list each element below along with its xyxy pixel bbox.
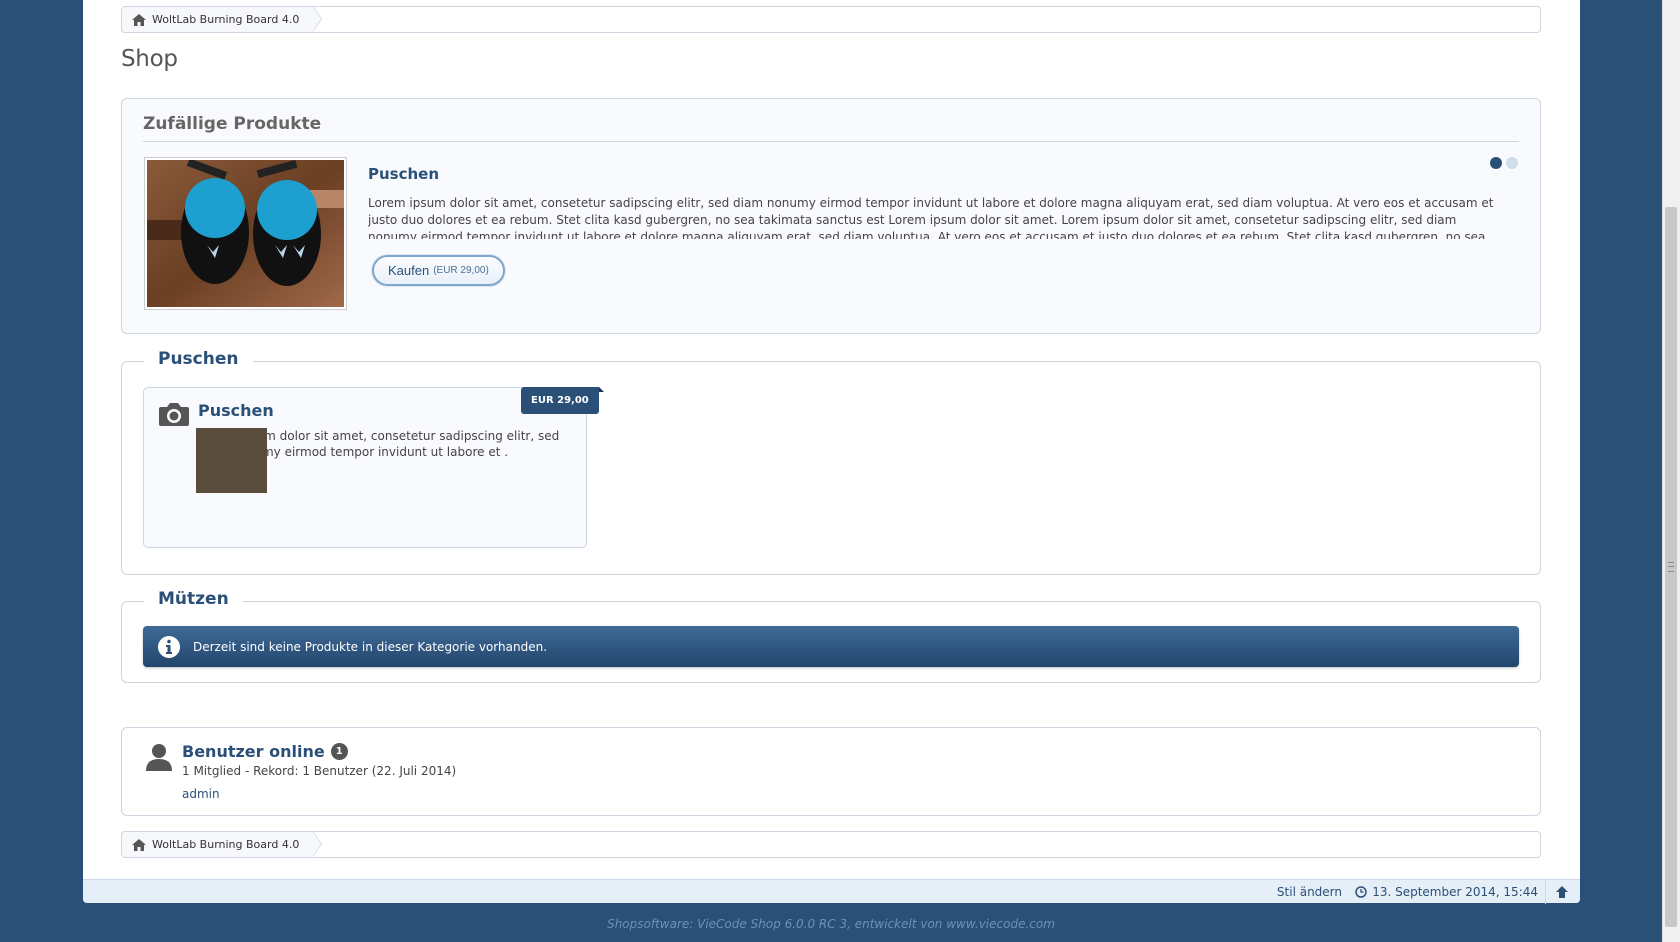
copyright-text[interactable]: Shopsoftware: VieCode Shop 6.0.0 RC 3, e…	[0, 917, 1662, 931]
info-notice-text: Derzeit sind keine Produkte in dieser Ka…	[193, 639, 548, 654]
clock-icon	[1355, 886, 1367, 898]
slider-pagination	[1490, 157, 1518, 169]
product-card-name[interactable]: Puschen	[198, 401, 274, 420]
info-icon	[158, 635, 180, 658]
arrow-up-icon[interactable]	[1555, 885, 1569, 899]
users-online-record: 1 Mitglied - Rekord: 1 Benutzer (22. Jul…	[182, 764, 457, 778]
category-title: Puschen	[144, 349, 253, 369]
info-notice: Derzeit sind keine Produkte in dieser Ka…	[143, 626, 1519, 667]
breadcrumb-home-label: WoltLab Burning Board 4.0	[152, 13, 300, 26]
slider-dot-1[interactable]	[1490, 157, 1502, 169]
scrollbar-grip	[1668, 562, 1674, 572]
online-user-link[interactable]: admin	[182, 787, 220, 801]
footer-bar: Stil ändern 13. September 2014, 15:44	[83, 879, 1580, 904]
change-style-link[interactable]: Stil ändern	[1277, 885, 1342, 899]
breadcrumb-top: WoltLab Burning Board 4.0	[121, 6, 1541, 33]
footer-date: 13. September 2014, 15:44	[1355, 885, 1538, 899]
category-box-muetzen: Mützen Derzeit sind keine Produkte in di…	[121, 589, 1541, 683]
product-thumbnail	[196, 428, 267, 493]
users-online-title[interactable]: Benutzer online 1	[182, 742, 348, 761]
random-product-description: Lorem ipsum dolor sit amet, consetetur s…	[368, 196, 1494, 239]
random-product-image[interactable]	[144, 157, 347, 310]
random-product-name[interactable]: Puschen	[368, 165, 439, 183]
home-icon	[132, 13, 146, 26]
product-photo	[147, 160, 344, 307]
price-badge: EUR 29,00	[521, 387, 604, 414]
footer-divider	[1545, 880, 1546, 904]
breadcrumb-home-link[interactable]: WoltLab Burning Board 4.0	[122, 831, 323, 857]
page-title: Shop	[121, 46, 178, 72]
users-online-count-badge: 1	[330, 743, 348, 760]
breadcrumb-bottom: WoltLab Burning Board 4.0	[121, 831, 1541, 858]
slider-dot-2[interactable]	[1506, 157, 1518, 169]
breadcrumb-home-label: WoltLab Burning Board 4.0	[152, 838, 300, 851]
random-products-box: Zufällige Produkte Puschen Lorem ipsum d…	[121, 98, 1541, 334]
user-icon	[146, 744, 172, 771]
category-box-puschen: Puschen Puschen Lorem ipsum dolor sit am…	[121, 349, 1541, 575]
home-icon	[132, 838, 146, 851]
buy-button-label: Kaufen	[388, 263, 430, 278]
users-online-box: Benutzer online 1 1 Mitglied - Rekord: 1…	[121, 727, 1541, 816]
buy-button[interactable]: Kaufen (EUR 29,00)	[372, 255, 505, 286]
footer-date-text: 13. September 2014, 15:44	[1372, 885, 1538, 899]
random-products-title: Zufällige Produkte	[143, 114, 322, 134]
buy-button-price: (EUR 29,00)	[433, 265, 489, 276]
category-title: Mützen	[144, 589, 243, 609]
title-divider	[143, 141, 1519, 142]
users-online-title-label: Benutzer online	[182, 742, 325, 761]
camera-icon	[159, 403, 189, 426]
breadcrumb-home-link[interactable]: WoltLab Burning Board 4.0	[122, 6, 323, 32]
